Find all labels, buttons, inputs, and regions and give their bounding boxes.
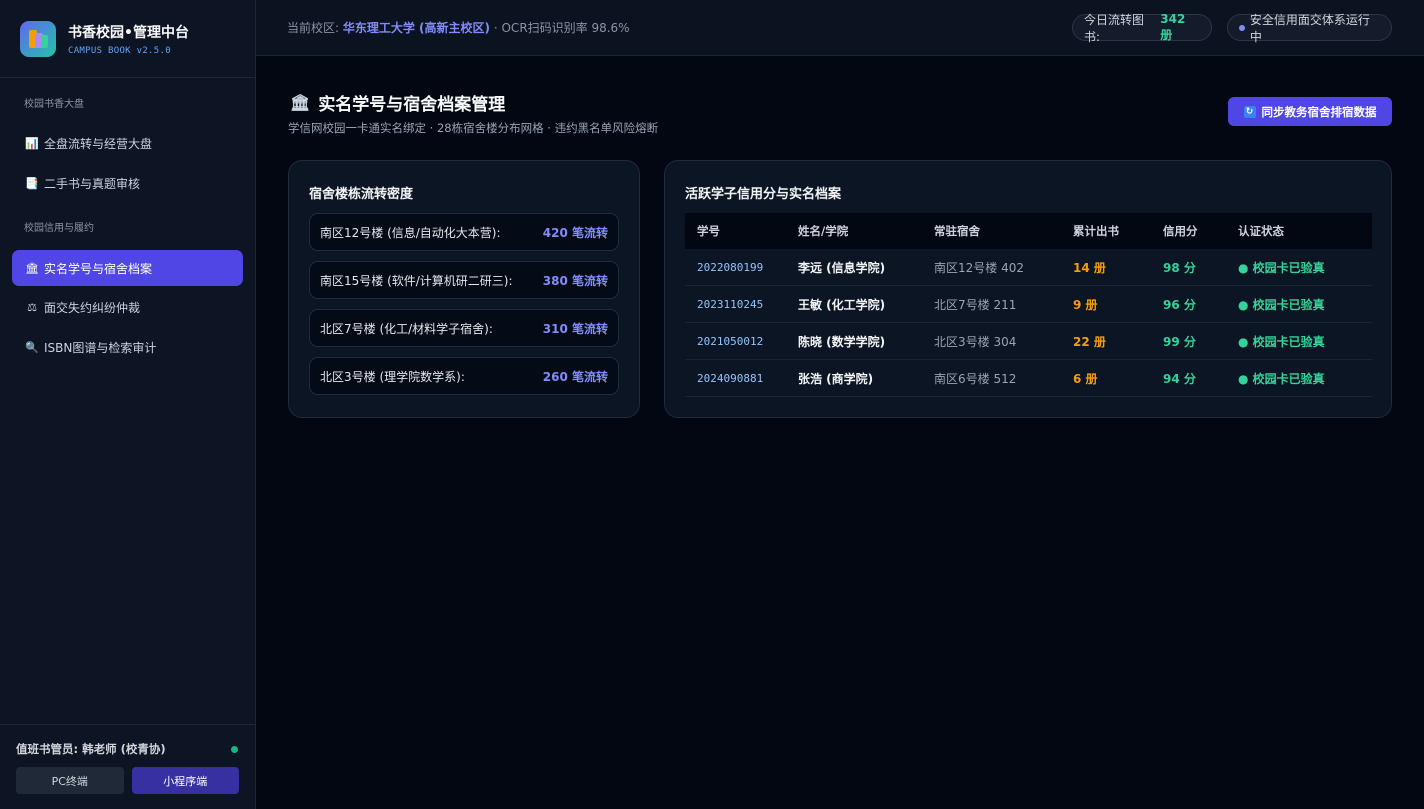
student-table: 学号 姓名/学院 常驻宿舍 累计出书 信用分 认证状态 2022080199 李… xyxy=(685,213,1372,397)
dorm-name: 北区3号楼 (理学院数学系): xyxy=(320,369,465,384)
sync-dorm-data-button[interactable]: ↻ 同步教务宿舍排宿数据 xyxy=(1228,97,1392,126)
sidebar-item-label: ISBN图谱与检索审计 xyxy=(44,340,157,355)
brand-version: CAMPUS BOOK v2.5.0 xyxy=(68,45,171,56)
campus-name[interactable]: 华东理工大学 (高新主校区) xyxy=(343,21,490,35)
daily-flow-badge: 今日流转图书: 342 册 xyxy=(1072,12,1212,44)
books-count: 14 册 xyxy=(1073,260,1106,275)
sidebar: 书香校园•管理中台 CAMPUS BOOK v2.5.0 校园书香大盘 📊 全盘… xyxy=(0,0,256,809)
sidebar-footer: 值班书管员: 韩老师 (校青协) PC终端 小程序端 xyxy=(0,724,255,809)
student-name: 王敏 (化工学院) xyxy=(798,297,886,312)
sidebar-item-label: 全盘流转与经营大盘 xyxy=(44,136,153,151)
card-title: 宿舍楼栋流转密度 xyxy=(309,187,414,202)
sidebar-item-dashboard[interactable]: 📊 全盘流转与经营大盘 xyxy=(12,125,243,161)
student-name: 陈晓 (数学学院) xyxy=(798,334,886,349)
dorm-flow-count: 380 笔流转 xyxy=(542,273,608,288)
brand-title: 书香校园•管理中台 xyxy=(68,24,189,41)
books-count: 22 册 xyxy=(1073,334,1106,349)
column-header[interactable]: 姓名/学院 xyxy=(798,223,934,239)
safety-status-badge: 安全信用面交体系运行中 xyxy=(1227,13,1392,44)
card-title: 活跃学子信用分与实名档案 xyxy=(685,187,842,202)
column-header[interactable]: 累计出书 xyxy=(1073,223,1163,239)
page-title-text: 实名学号与宿舍档案管理 xyxy=(318,95,506,115)
app-logo-icon xyxy=(20,20,56,57)
sidebar-item-isbn-audit[interactable]: 🔍 ISBN图谱与检索审计 xyxy=(12,329,243,365)
sync-button-label: 同步教务宿舍排宿数据 xyxy=(1261,104,1377,119)
sidebar-item-label: 实名学号与宿舍档案 xyxy=(44,261,153,276)
sidebar-item-label: 面交失约纠纷仲裁 xyxy=(44,300,141,315)
dorm-flow-count: 310 笔流转 xyxy=(542,321,608,336)
safety-status-label: 安全信用面交体系运行中 xyxy=(1249,12,1370,44)
dorm-row[interactable]: 南区12号楼 (信息/自动化大本营): 420 笔流转 xyxy=(309,213,619,251)
page-title: 🏛 实名学号与宿舍档案管理 xyxy=(290,90,505,115)
student-dorm: 北区3号楼 304 xyxy=(934,334,1017,349)
student-dorm: 南区6号楼 512 xyxy=(934,371,1017,386)
daily-flow-value: 342 册 xyxy=(1160,12,1186,42)
student-id[interactable]: 2023110245 xyxy=(685,298,798,311)
dorm-row[interactable]: 南区15号楼 (软件/计算机研二研三): 380 笔流转 xyxy=(309,261,619,299)
verification-status: ● 校园卡已验真 xyxy=(1238,260,1325,275)
magnifier-icon: 🔍 xyxy=(25,340,39,354)
dorm-flow-count: 420 笔流转 xyxy=(542,225,608,240)
column-header[interactable]: 常驻宿舍 xyxy=(934,223,1073,239)
student-id[interactable]: 2024090881 xyxy=(685,372,798,385)
dorm-row[interactable]: 北区3号楼 (理学院数学系): 260 笔流转 xyxy=(309,357,619,395)
bar-chart-icon: 📊 xyxy=(25,136,39,150)
credit-score: 94 分 xyxy=(1163,371,1196,386)
dorm-flow-count: 260 笔流转 xyxy=(542,369,608,384)
dorm-name: 南区12号楼 (信息/自动化大本营): xyxy=(320,225,501,240)
daily-flow-label: 今日流转图书: xyxy=(1084,12,1145,44)
status-dot-icon xyxy=(1239,24,1245,31)
nav-section-overview: 校园书香大盘 xyxy=(24,99,84,110)
campus-label: 当前校区: xyxy=(287,21,340,35)
student-dorm: 南区12号楼 402 xyxy=(934,260,1024,275)
credit-score: 99 分 xyxy=(1163,334,1196,349)
student-name: 李远 (信息学院) xyxy=(798,260,886,275)
column-header[interactable]: 信用分 xyxy=(1163,223,1238,239)
duty-librarian: 值班书管员: 韩老师 (校青协) xyxy=(16,742,166,756)
verification-status: ● 校园卡已验真 xyxy=(1238,334,1325,349)
sidebar-item-book-review[interactable]: 📑 二手书与真题审核 xyxy=(12,165,243,201)
building-icon: 🏛 xyxy=(25,261,39,275)
sidebar-item-student-archive[interactable]: 🏛 实名学号与宿舍档案 xyxy=(12,250,243,286)
student-dorm: 北区7号楼 211 xyxy=(934,297,1017,312)
student-credit-card: 活跃学子信用分与实名档案 学号 姓名/学院 常驻宿舍 累计出书 信用分 认证状态… xyxy=(664,160,1392,418)
campus-info: 当前校区: 华东理工大学 (高新主校区) · OCR扫码识别率 98.6% xyxy=(287,19,630,36)
books-count: 9 册 xyxy=(1073,297,1098,312)
sidebar-item-arbitration[interactable]: ⚖ 面交失约纠纷仲裁 xyxy=(12,289,243,325)
page-subtitle: 学信网校园一卡通实名绑定 · 28栋宿舍楼分布网格 · 违约黑名单风险熔断 xyxy=(288,121,659,135)
dorm-name: 北区7号楼 (化工/材料学子宿舍): xyxy=(320,321,493,336)
column-header[interactable]: 认证状态 xyxy=(1238,223,1372,239)
books-count: 6 册 xyxy=(1073,371,1098,386)
student-name: 张浩 (商学院) xyxy=(798,371,874,386)
table-row[interactable]: 2021050012 陈晓 (数学学院) 北区3号楼 304 22 册 99 分… xyxy=(685,323,1372,360)
column-header[interactable]: 学号 xyxy=(685,223,798,239)
topbar: 当前校区: 华东理工大学 (高新主校区) · OCR扫码识别率 98.6% 今日… xyxy=(256,0,1424,56)
online-status-icon xyxy=(231,745,238,753)
verification-status: ● 校园卡已验真 xyxy=(1238,297,1325,312)
scales-icon: ⚖ xyxy=(27,300,37,314)
refresh-icon: ↻ xyxy=(1243,105,1256,118)
student-id[interactable]: 2022080199 xyxy=(685,261,798,274)
student-id[interactable]: 2021050012 xyxy=(685,335,798,348)
document-icon: 📑 xyxy=(25,176,39,190)
mini-program-button[interactable]: 小程序端 xyxy=(131,767,239,794)
pc-terminal-button[interactable]: PC终端 xyxy=(16,767,124,794)
credit-score: 98 分 xyxy=(1163,260,1196,275)
brand: 书香校园•管理中台 CAMPUS BOOK v2.5.0 xyxy=(0,0,255,78)
credit-score: 96 分 xyxy=(1163,297,1196,312)
sidebar-item-label: 二手书与真题审核 xyxy=(44,176,141,191)
ocr-rate: · OCR扫码识别率 98.6% xyxy=(493,21,630,35)
nav-section-credit: 校园信用与履约 xyxy=(24,223,94,234)
table-row[interactable]: 2023110245 王敏 (化工学院) 北区7号楼 211 9 册 96 分 … xyxy=(685,286,1372,323)
verification-status: ● 校园卡已验真 xyxy=(1238,371,1325,386)
building-icon: 🏛 xyxy=(290,93,311,112)
dorm-density-card: 宿舍楼栋流转密度 南区12号楼 (信息/自动化大本营): 420 笔流转 南区1… xyxy=(288,160,640,418)
table-row[interactable]: 2024090881 张浩 (商学院) 南区6号楼 512 6 册 94 分 ●… xyxy=(685,360,1372,397)
table-header: 学号 姓名/学院 常驻宿舍 累计出书 信用分 认证状态 xyxy=(685,213,1372,249)
table-row[interactable]: 2022080199 李远 (信息学院) 南区12号楼 402 14 册 98 … xyxy=(685,249,1372,286)
dorm-name: 南区15号楼 (软件/计算机研二研三): xyxy=(320,273,513,288)
dorm-row[interactable]: 北区7号楼 (化工/材料学子宿舍): 310 笔流转 xyxy=(309,309,619,347)
